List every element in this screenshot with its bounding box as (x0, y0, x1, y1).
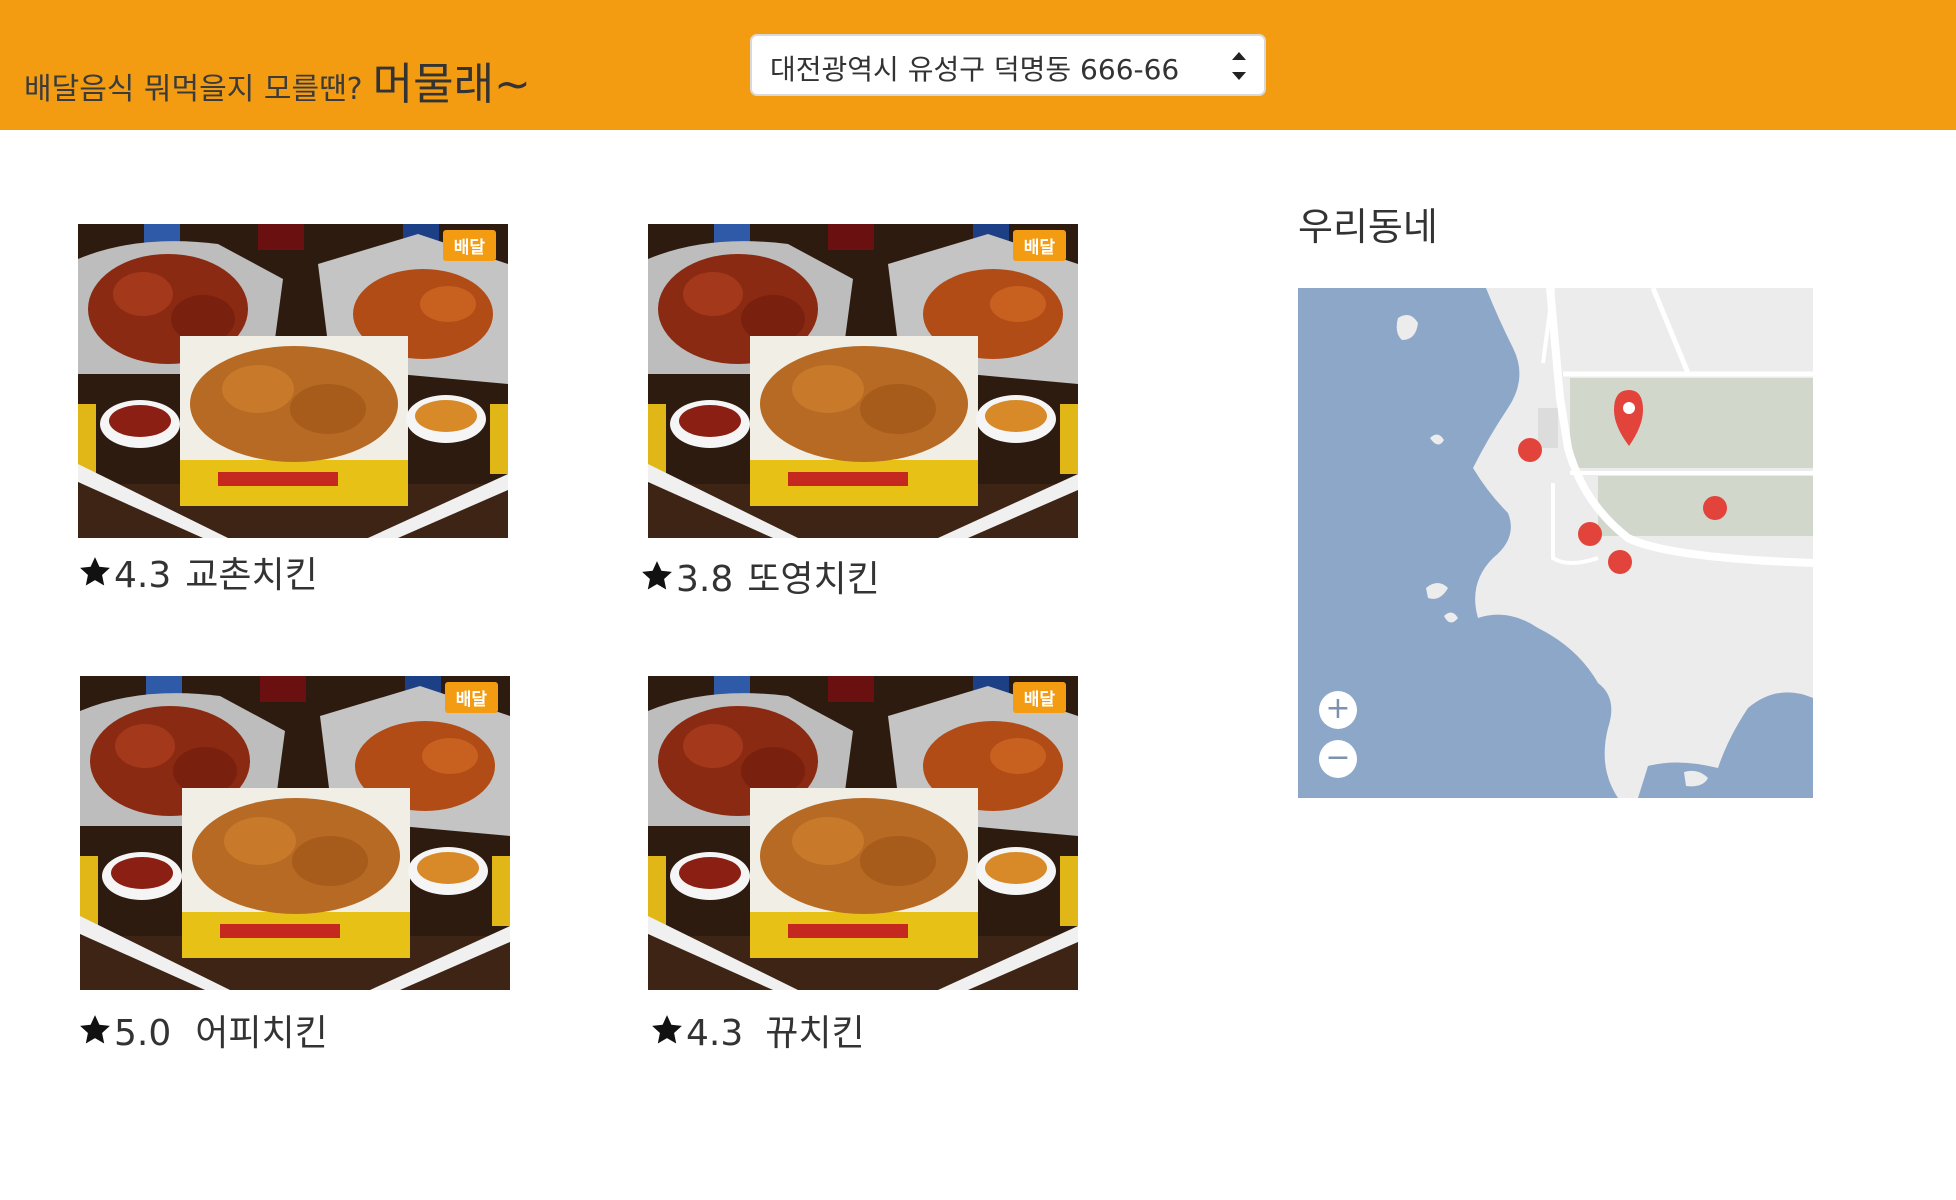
star-icon (80, 1015, 110, 1044)
restaurant-rating: 4.3 (114, 555, 172, 596)
restaurant-rating: 5.0 (114, 1013, 172, 1054)
brand-tagline: 배달음식 뭐먹을지 모를땐? (24, 72, 363, 107)
marker-dot-icon (1518, 438, 1542, 462)
restaurant-name[interactable]: 어피치킨 (195, 1013, 327, 1054)
restaurant-photo[interactable]: 배달 (648, 676, 1078, 990)
sort-arrows-icon (1232, 52, 1246, 80)
restaurant-rating: 4.3 (686, 1013, 744, 1054)
star-icon (80, 557, 110, 586)
restaurant-photo[interactable]: 배달 (648, 224, 1078, 538)
marker-dot-icon (1608, 550, 1632, 574)
top-header-bar: 배달음식 뭐먹을지 모를땐? 머물래~ 대전광역시 유성구 덕명동 666-66 (0, 0, 1956, 130)
food-image (648, 224, 1078, 538)
delivery-badge: 배달 (1012, 230, 1066, 261)
marker-dot-icon (1578, 522, 1602, 546)
food-image (648, 676, 1078, 990)
zoom-out-button[interactable]: − (1319, 740, 1357, 778)
address-select-value: 대전광역시 유성구 덕명동 666-66 (770, 53, 1180, 86)
star-icon (642, 561, 672, 590)
restaurant-label: 3.8 또영치킨 (640, 550, 880, 602)
restaurant-photo[interactable]: 배달 (78, 224, 508, 538)
map-canvas[interactable] (1298, 288, 1813, 798)
address-select[interactable]: 대전광역시 유성구 덕명동 666-66 (750, 34, 1266, 96)
restaurant-rating: 3.8 (676, 559, 734, 600)
zoom-in-button[interactable]: + (1319, 691, 1357, 729)
food-image (78, 224, 508, 538)
delivery-badge: 배달 (442, 230, 496, 261)
delivery-badge: 배달 (1012, 682, 1066, 713)
restaurant-name[interactable]: 또영치킨 (747, 559, 879, 600)
delivery-badge: 배달 (444, 682, 498, 713)
star-icon (652, 1015, 682, 1044)
restaurant-name[interactable]: 교촌치킨 (185, 555, 317, 596)
restaurant-label: 4.3 교촌치킨 (78, 546, 318, 598)
restaurant-name[interactable]: 뀨치킨 (765, 1013, 864, 1054)
restaurant-photo[interactable]: 배달 (80, 676, 510, 990)
restaurant-label: 4.3 뀨치킨 (650, 1004, 865, 1056)
brand-name[interactable]: 머물래~ (373, 59, 531, 110)
food-image (80, 676, 510, 990)
restaurant-label: 5.0 어피치킨 (78, 1004, 328, 1056)
neighborhood-map[interactable]: + − (1298, 288, 1813, 798)
neighborhood-title: 우리동네 (1298, 205, 1438, 249)
brand: 배달음식 뭐먹을지 모를땐? 머물래~ (24, 48, 531, 112)
marker-dot-icon (1703, 496, 1727, 520)
